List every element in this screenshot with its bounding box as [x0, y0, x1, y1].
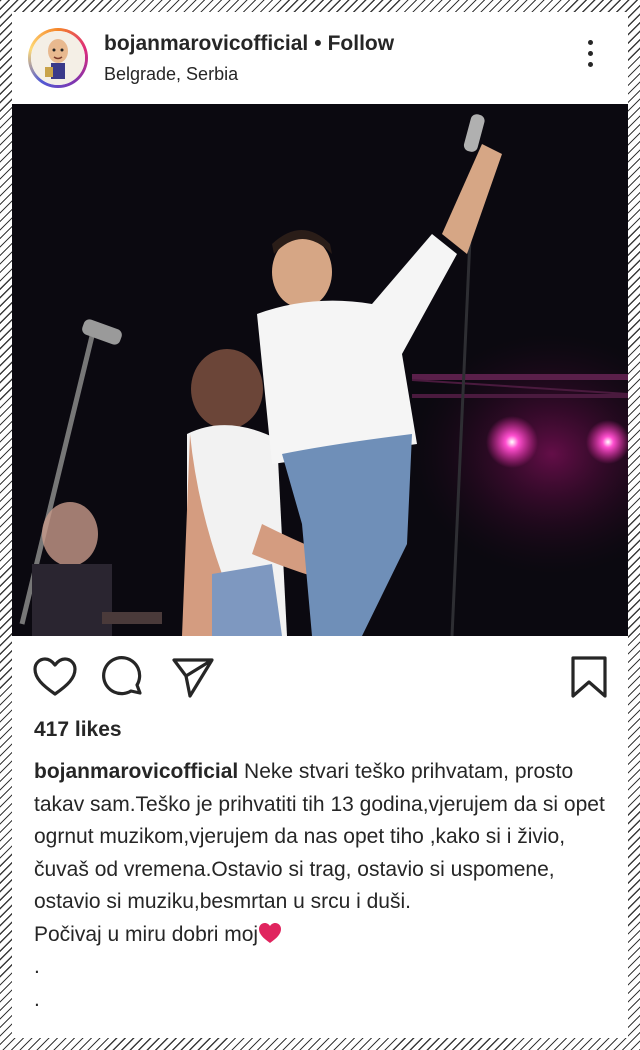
post-actions — [12, 644, 628, 714]
username-link[interactable]: bojanmarovicofficial — [104, 32, 308, 55]
paper-plane-icon[interactable] — [170, 654, 216, 700]
follow-button[interactable]: Follow — [328, 32, 395, 55]
caption-text: Neke stvari teško prihvatam, prosto taka… — [34, 760, 605, 946]
red-heart-emoji — [258, 922, 282, 944]
caption-tail: . . — [34, 955, 40, 1011]
comment-bubble-icon[interactable] — [100, 654, 146, 700]
location-link[interactable]: Belgrade, Serbia — [104, 64, 238, 85]
bookmark-icon[interactable] — [566, 654, 612, 700]
heart-icon[interactable] — [32, 654, 78, 700]
username-follow-row: bojanmarovicofficial • Follow — [104, 32, 394, 56]
post-header: bojanmarovicofficial • Follow Belgrade, Se… — [12, 12, 628, 104]
post-caption: bojanmarovicofficial Neke stvari teško p… — [34, 756, 614, 1016]
instagram-post: bojanmarovicofficial • Follow Belgrade, Se… — [12, 12, 628, 1038]
post-photo[interactable] — [12, 104, 628, 636]
avatar[interactable] — [28, 28, 88, 88]
likes-count[interactable]: 417 likes — [34, 718, 122, 742]
separator-dot: • — [314, 32, 322, 55]
caption-username[interactable]: bojanmarovicofficial — [34, 760, 238, 783]
more-vertical-icon[interactable] — [580, 40, 600, 80]
avatar-image — [31, 31, 85, 85]
